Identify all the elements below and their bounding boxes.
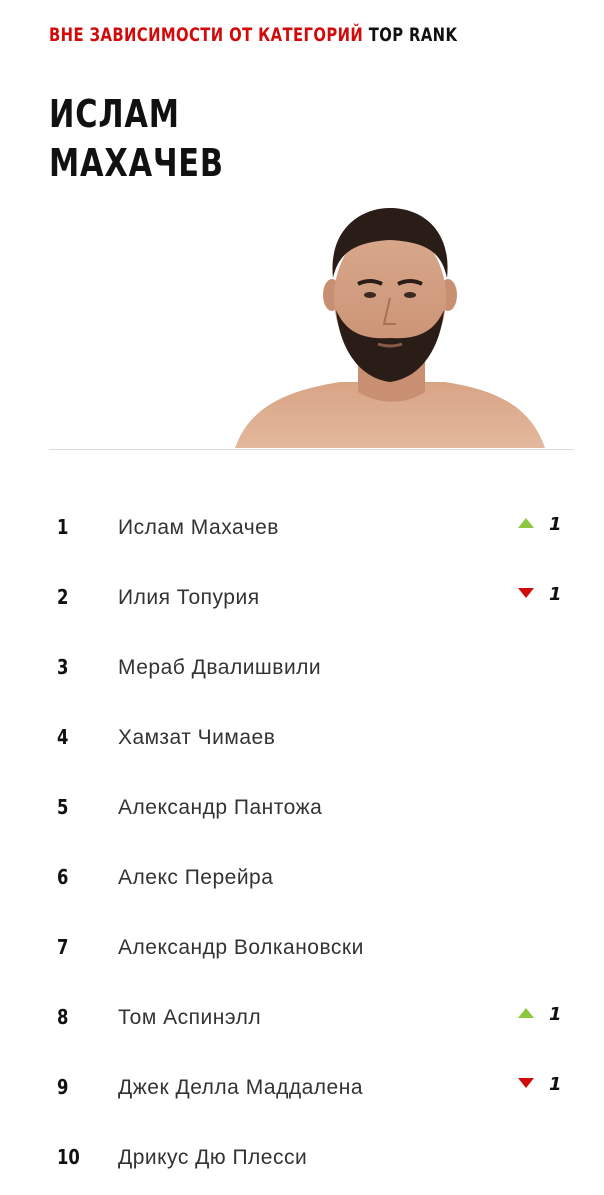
ranking-row[interactable]: 3 Мераб Двалишвили	[0, 632, 604, 702]
fighter-name-link[interactable]: Александр Волкановски	[118, 936, 364, 960]
rank-number: 1	[57, 515, 69, 539]
category-title: ВНЕ ЗАВИСИМОСТИ ОТ КАТЕГОРИЙ	[49, 24, 364, 46]
fighter-name-link[interactable]: Илия Топурия	[118, 586, 260, 610]
rank-change: 1	[549, 584, 562, 605]
ranking-row[interactable]: 6 Алекс Перейра	[0, 842, 604, 912]
fighter-name-link[interactable]: Дрикус Дю Плесси	[118, 1146, 307, 1170]
ranking-header: ВНЕ ЗАВИСИМОСТИ ОТ КАТЕГОРИЙ TOP RANK	[49, 24, 457, 46]
rank-change: 1	[549, 1074, 562, 1095]
champion-photo[interactable]	[230, 200, 550, 448]
rank-number: 4	[57, 725, 69, 749]
fighter-name-link[interactable]: Хамзат Чимаев	[118, 726, 275, 750]
ranking-row[interactable]: 7 Александр Волкановски	[0, 912, 604, 982]
arrow-down-icon	[518, 588, 534, 598]
rank-change: 1	[549, 1004, 562, 1025]
rank-number: 5	[57, 795, 69, 819]
champion-last-name: МАХАЧЕВ	[49, 141, 224, 185]
arrow-down-icon	[518, 1078, 534, 1088]
fighter-name-link[interactable]: Алекс Перейра	[118, 866, 273, 890]
fighter-name-link[interactable]: Ислам Махачев	[118, 516, 279, 540]
rank-number: 8	[57, 1005, 69, 1029]
fighter-name-link[interactable]: Том Аспинэлл	[118, 1006, 261, 1030]
arrow-up-icon	[518, 1008, 534, 1018]
top-rank-label: TOP RANK	[368, 24, 458, 46]
rank-movement: 1	[518, 514, 568, 538]
ranking-row[interactable]: 9 Джек Делла Маддалена 1	[0, 1052, 604, 1122]
rank-change: 1	[549, 514, 562, 535]
ranking-row[interactable]: 1 Ислам Махачев 1	[0, 492, 604, 562]
arrow-up-icon	[518, 518, 534, 528]
fighter-name-link[interactable]: Мераб Двалишвили	[118, 656, 321, 680]
champion-first-name: ИСЛАМ	[49, 92, 180, 136]
ranking-row[interactable]: 4 Хамзат Чимаев	[0, 702, 604, 772]
ranking-row[interactable]: 2 Илия Топурия 1	[0, 562, 604, 632]
rank-movement: 1	[518, 1074, 568, 1098]
rank-movement: 1	[518, 584, 568, 608]
fighter-name-link[interactable]: Джек Делла Маддалена	[118, 1076, 363, 1100]
ranking-row[interactable]: 5 Александр Пантожа	[0, 772, 604, 842]
divider	[49, 449, 574, 450]
ranking-row[interactable]: 10 Дрикус Дю Плесси	[0, 1122, 604, 1192]
rank-movement: 1	[518, 1004, 568, 1028]
rank-number: 3	[57, 655, 69, 679]
rank-number: 2	[57, 585, 69, 609]
ranking-row[interactable]: 8 Том Аспинэлл 1	[0, 982, 604, 1052]
ranking-list: 1 Ислам Махачев 1 2 Илия Топурия 1 3 Мер…	[0, 492, 604, 1192]
rank-number: 6	[57, 865, 69, 889]
rank-number: 10	[57, 1145, 80, 1169]
rank-number: 9	[57, 1075, 69, 1099]
rank-number: 7	[57, 935, 69, 959]
champion-name[interactable]: ИСЛАМ МАХАЧЕВ	[49, 90, 224, 188]
fighter-name-link[interactable]: Александр Пантожа	[118, 796, 322, 820]
